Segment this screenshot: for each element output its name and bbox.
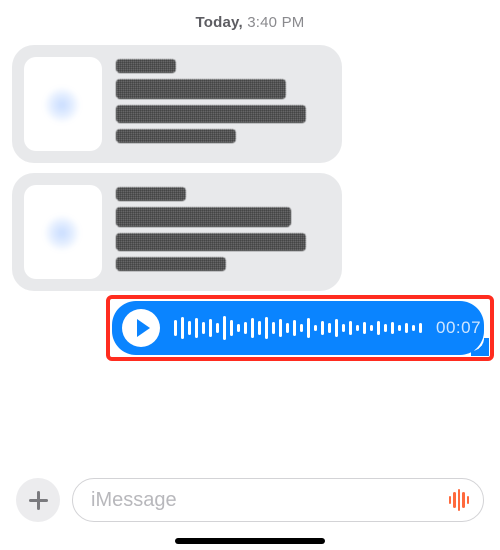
incoming-message-bubble[interactable]	[12, 173, 342, 291]
add-attachment-button[interactable]	[16, 478, 60, 522]
redacted-text	[116, 185, 324, 279]
message-input-placeholder: iMessage	[91, 489, 177, 512]
message-attachment-thumbnail	[24, 57, 102, 151]
audio-record-button[interactable]	[449, 489, 470, 511]
timestamp-time: 3:40 PM	[247, 14, 304, 31]
redacted-text	[116, 57, 324, 151]
conversation-timestamp: Today, 3:40 PM	[0, 0, 500, 41]
audio-duration-label: 00:07	[436, 318, 481, 338]
compose-bar: iMessage	[0, 476, 500, 524]
message-input[interactable]: iMessage	[72, 478, 484, 522]
message-attachment-thumbnail	[24, 185, 102, 279]
audio-wave-icon	[449, 496, 452, 504]
home-indicator[interactable]	[175, 538, 325, 544]
audio-waveform[interactable]	[174, 313, 422, 343]
timestamp-day: Today,	[196, 14, 243, 31]
play-button[interactable]	[122, 309, 160, 347]
outgoing-audio-message[interactable]: 00:07	[112, 301, 484, 355]
incoming-message-bubble[interactable]	[12, 45, 342, 163]
